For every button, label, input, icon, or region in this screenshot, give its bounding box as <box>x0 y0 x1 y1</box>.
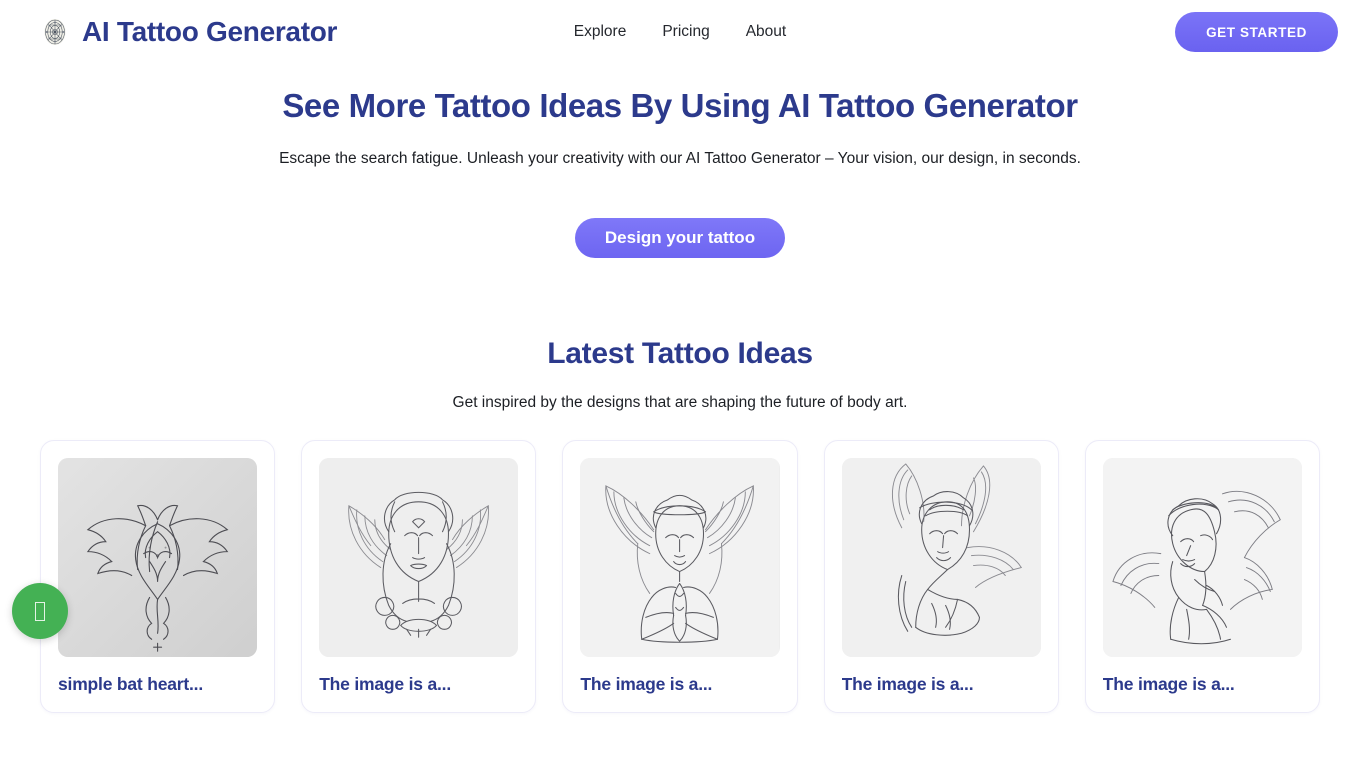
hero-cta-wrapper: Design your tattoo <box>0 218 1360 259</box>
hero-subtitle: Escape the search fatigue. Unleash your … <box>279 149 1081 167</box>
idea-card[interactable]: The image is a... <box>1084 440 1320 714</box>
design-your-tattoo-button[interactable]: Design your tattoo <box>574 218 786 259</box>
latest-ideas-subtitle: Get inspired by the designs that are sha… <box>452 394 908 412</box>
brand-logo-link[interactable]: AI Tattoo Generator <box>40 16 337 48</box>
site-header: AI Tattoo Generator Explore Pricing Abou… <box>0 0 1360 64</box>
praying-angel-sketch-image <box>580 458 780 658</box>
idea-card-title: simple bat heart... <box>58 674 203 695</box>
hero-section: See More Tattoo Ideas By Using AI Tattoo… <box>0 64 1360 259</box>
idea-card-title: The image is a... <box>841 674 974 695</box>
resting-angel-sketch-image <box>841 458 1041 658</box>
get-started-button[interactable]: GET STARTED <box>1175 12 1338 52</box>
idea-card[interactable]: simple bat heart... <box>40 440 276 714</box>
sleeping-angel-sketch-image <box>1102 458 1302 658</box>
nav-item-explore[interactable]: Explore <box>574 23 627 41</box>
chat-widget-glyph <box>35 601 45 621</box>
hero-title: See More Tattoo Ideas By Using AI Tattoo… <box>282 87 1078 124</box>
idea-card-title: The image is a... <box>580 674 713 695</box>
latest-ideas-title: Latest Tattoo Ideas <box>547 337 813 371</box>
winged-woman-portrait-sketch-image <box>319 458 519 658</box>
ornate-bat-heart-sketch-image <box>58 458 258 658</box>
mandala-icon <box>40 17 70 47</box>
idea-card[interactable]: The image is a... <box>562 440 798 714</box>
brand-name: AI Tattoo Generator <box>82 16 338 47</box>
idea-card-grid: simple bat heart... The image is a... Th… <box>0 440 1360 714</box>
idea-card-title: The image is a... <box>1102 674 1235 695</box>
main-nav: Explore Pricing About <box>574 23 786 41</box>
nav-item-about[interactable]: About <box>746 23 787 41</box>
nav-item-pricing[interactable]: Pricing <box>662 23 709 41</box>
idea-card[interactable]: The image is a... <box>823 440 1059 714</box>
chat-widget-icon[interactable] <box>12 583 68 639</box>
idea-card-title: The image is a... <box>319 674 451 695</box>
idea-card[interactable]: The image is a... <box>301 440 537 714</box>
latest-ideas-section: Latest Tattoo Ideas Get inspired by the … <box>0 258 1360 714</box>
header-actions: GET STARTED <box>1175 12 1338 52</box>
